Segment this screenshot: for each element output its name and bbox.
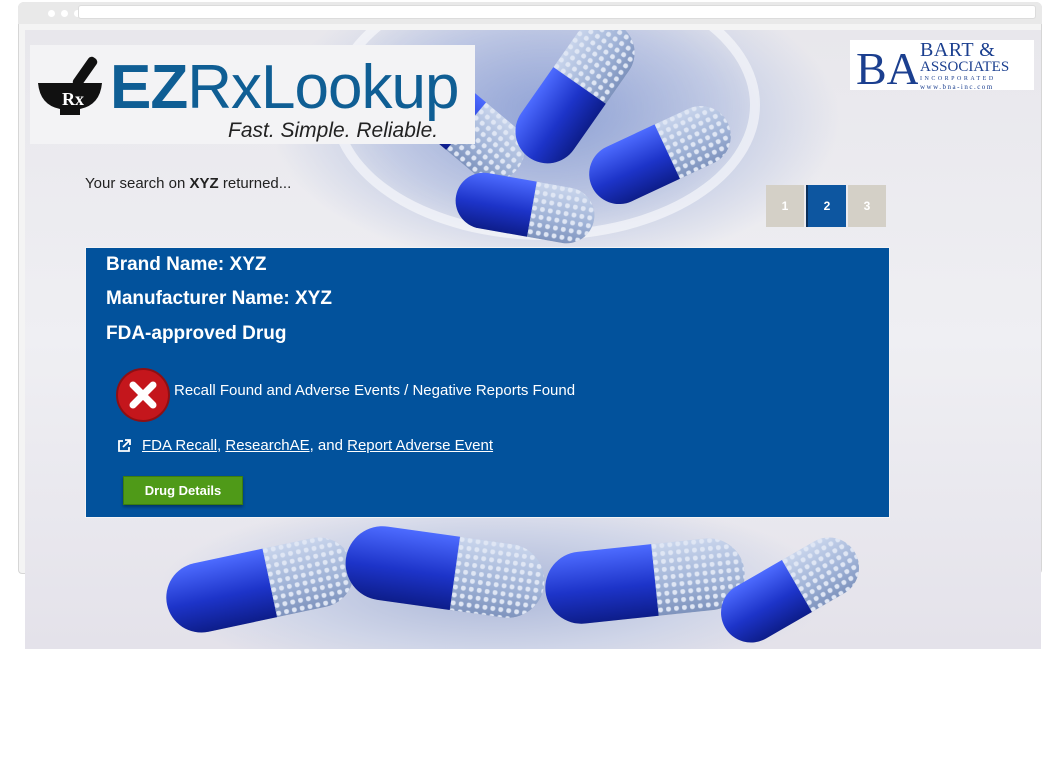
page-button-1[interactable]: 1	[766, 185, 804, 227]
capsule-image	[159, 531, 361, 639]
address-bar[interactable]	[78, 5, 1036, 19]
error-x-icon	[116, 368, 170, 422]
recall-status: Recall Found and Adverse Events / Negati…	[116, 368, 575, 422]
search-term: XYZ	[189, 175, 219, 192]
partner-line1: BART &	[920, 39, 996, 61]
tagline: Fast. Simple. Reliable.	[228, 119, 439, 142]
page-button-2[interactable]: 2	[806, 185, 846, 227]
brand-name: Brand Name: XYZ	[106, 254, 267, 275]
partner-logo[interactable]: BA BART & ASSOCIATES INCORPORATED www.bn…	[850, 40, 1034, 91]
drug-details-button[interactable]: Drug Details	[123, 476, 243, 505]
search-summary: Your search on XYZ returned...	[85, 175, 291, 192]
capsule-image	[541, 534, 749, 628]
pagination: 1 2 3	[766, 185, 886, 227]
search-suffix: returned...	[218, 175, 292, 192]
logo-prefix: EZ	[110, 53, 188, 122]
external-link-icon	[118, 438, 131, 452]
partner-line3: INCORPORATED	[920, 76, 996, 82]
report-adverse-event-link[interactable]: Report Adverse Event	[347, 437, 493, 454]
manufacturer-name: Manufacturer Name: XYZ	[106, 288, 332, 309]
mortar-pestle-icon: Rx	[38, 56, 102, 115]
ba-monogram-logo: BA	[852, 40, 918, 90]
close-window-dot[interactable]	[48, 10, 55, 17]
fda-recall-link[interactable]: FDA Recall	[142, 437, 217, 454]
rx-mark: Rx	[62, 89, 84, 109]
partner-line4: www.bna-inc.com	[920, 83, 994, 91]
research-ae-link[interactable]: ResearchAE	[225, 437, 309, 454]
partner-logo-text: BART & ASSOCIATES INCORPORATED www.bna-i…	[920, 40, 1009, 91]
status-text: Recall Found and Adverse Events / Negati…	[174, 381, 576, 399]
link-separator: ,	[217, 437, 226, 454]
link-separator: , and	[309, 437, 348, 454]
ezrxlookup-logo[interactable]: Rx EZRxLookup Fast. Simple. Reliable.	[30, 45, 475, 144]
capsule-image	[710, 526, 870, 649]
resource-links: FDA Recall, ResearchAE, and Report Adver…	[116, 437, 493, 454]
approval-status: FDA-approved Drug	[106, 323, 287, 344]
logo-mid: Rx	[187, 53, 262, 122]
ba-monogram: BA	[856, 43, 918, 90]
search-prefix: Your search on	[85, 175, 190, 192]
window-controls	[48, 10, 81, 17]
minimize-window-dot[interactable]	[61, 10, 68, 17]
logo-suffix: Lookup	[261, 53, 459, 122]
result-card: Brand Name: XYZ Manufacturer Name: XYZ F…	[85, 247, 890, 518]
logo-wordmark: EZRxLookup	[110, 53, 459, 123]
partner-line2: ASSOCIATES	[920, 59, 1010, 75]
capsule-image	[340, 521, 550, 623]
page-button-3[interactable]: 3	[848, 185, 886, 227]
